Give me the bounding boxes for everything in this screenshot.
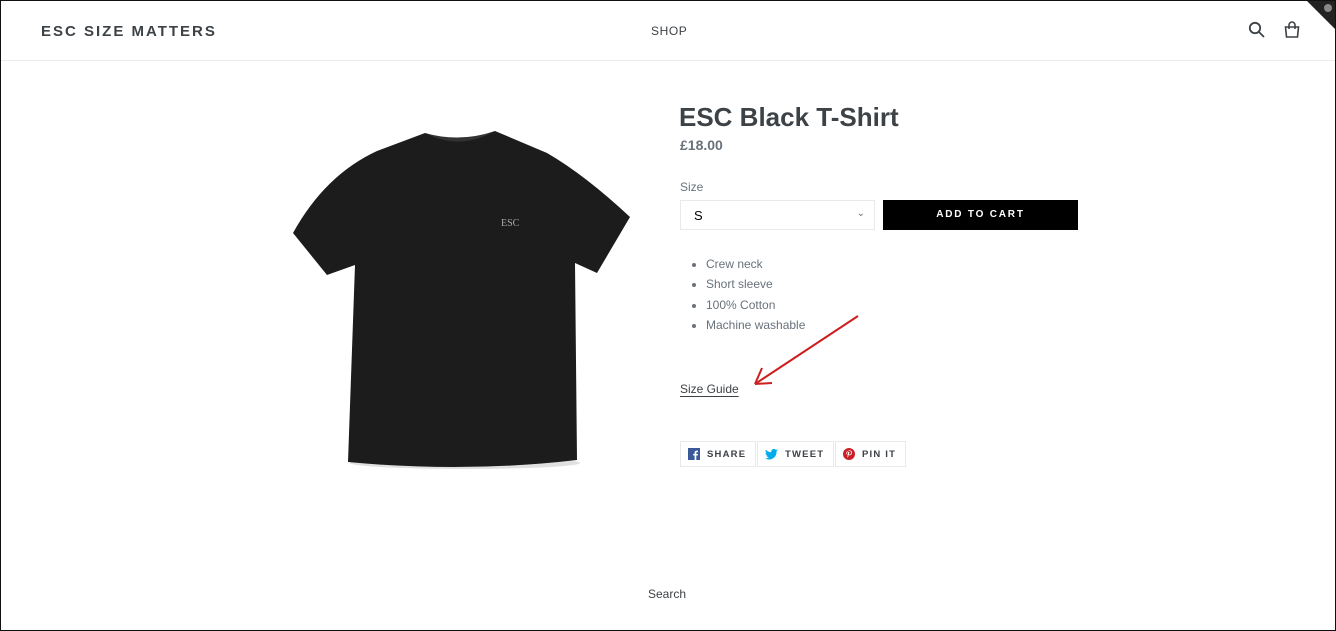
shopping-bag-icon[interactable] — [1283, 21, 1301, 39]
product-image[interactable]: ESC — [285, 125, 635, 475]
site-header: ESC SIZE MATTERS SHOP — [0, 0, 1336, 61]
footer-search-link[interactable]: Search — [648, 587, 686, 601]
product-title: ESC Black T-Shirt — [679, 102, 899, 132]
chevron-down-icon: ⌄ — [856, 208, 865, 219]
pinterest-icon — [843, 448, 855, 460]
size-select[interactable]: S ⌄ — [680, 200, 875, 230]
share-label: PIN IT — [862, 448, 897, 460]
size-label: Size — [680, 180, 704, 194]
product-price: £18.00 — [680, 137, 723, 153]
facebook-icon — [688, 448, 700, 460]
share-pinterest-button[interactable]: PIN IT — [835, 441, 907, 467]
list-item: Crew neck — [706, 254, 805, 274]
site-logo[interactable]: ESC SIZE MATTERS — [41, 23, 217, 40]
gear-icon[interactable] — [1324, 4, 1332, 12]
search-icon[interactable] — [1248, 21, 1266, 39]
share-twitter-button[interactable]: TWEET — [757, 441, 835, 467]
shirt-print: ESC — [501, 218, 520, 229]
share-label: TWEET — [785, 448, 825, 460]
corner-badge — [1306, 0, 1336, 30]
add-to-cart-button[interactable]: ADD TO CART — [883, 200, 1078, 230]
size-selected-value: S — [694, 208, 703, 223]
annotation-arrow — [754, 315, 859, 385]
share-facebook-button[interactable]: SHARE — [680, 441, 757, 467]
share-label: SHARE — [707, 448, 747, 460]
window-border — [0, 0, 1336, 631]
list-item: Short sleeve — [706, 274, 805, 294]
twitter-icon — [765, 448, 778, 459]
nav-shop[interactable]: SHOP — [651, 24, 687, 38]
size-guide-link[interactable]: Size Guide — [680, 382, 739, 396]
